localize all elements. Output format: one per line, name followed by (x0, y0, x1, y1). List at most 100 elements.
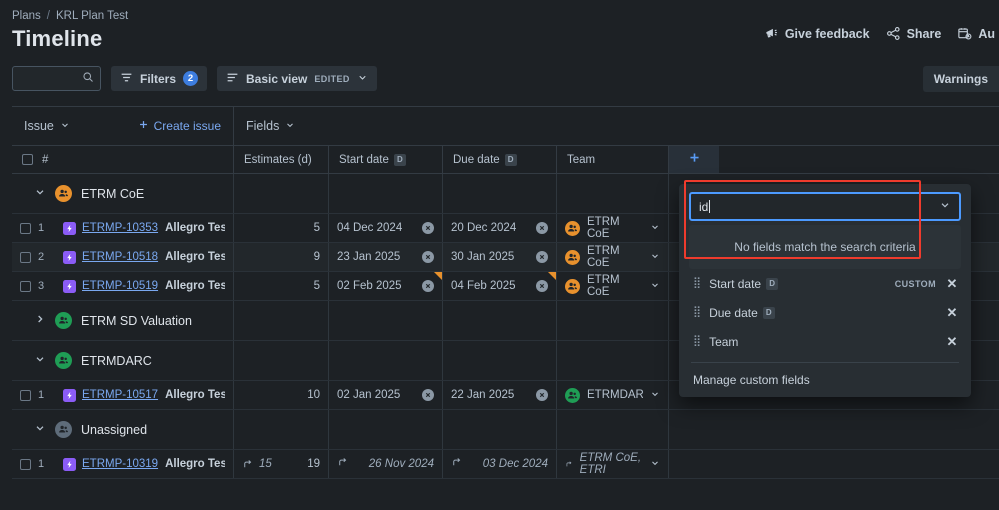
drag-handle-icon[interactable]: ⣿ (693, 336, 701, 347)
issue-cell[interactable]: 2 ETRMP-10518 Allegro Test … (12, 243, 234, 271)
rollup-estimate-value: 15 (259, 458, 272, 470)
start-date-cell[interactable]: 02 Feb 2025 (329, 272, 443, 300)
breadcrumb-plan-name[interactable]: KRL Plan Test (56, 10, 128, 22)
group-toggle-chevron-icon[interactable] (34, 352, 46, 370)
group-header-cell[interactable]: ETRMDARC (12, 341, 234, 380)
chevron-down-icon[interactable] (650, 458, 660, 471)
clear-start-date-icon[interactable] (422, 222, 434, 234)
team-value: ETRM CoE (587, 216, 620, 240)
row-checkbox[interactable] (20, 280, 31, 292)
group-header-cell[interactable]: ETRM SD Valuation (12, 301, 234, 340)
warnings-button[interactable]: Warnings (922, 66, 999, 92)
view-selector[interactable]: Basic view EDITED (217, 66, 377, 91)
field-search-value-wrap: id (699, 199, 939, 214)
table-row[interactable]: 1ETRMP-10319Allegro Test …151926 Nov 202… (12, 450, 999, 479)
chevron-down-icon[interactable] (939, 198, 951, 216)
chevron-down-icon[interactable] (650, 280, 660, 293)
header-estimates[interactable]: Estimates (d) (234, 146, 329, 173)
estimate-cell[interactable]: 15 19 (234, 450, 329, 478)
start-date-cell[interactable]: 26 Nov 2024 (329, 450, 443, 478)
row-checkbox[interactable] (20, 389, 31, 401)
issue-cell[interactable]: 3 ETRMP-10519 Allegro Test … (12, 272, 234, 300)
field-search-input[interactable]: id (699, 200, 708, 214)
chevron-down-icon[interactable] (650, 251, 660, 264)
due-date-cell[interactable]: 03 Dec 2024 (443, 450, 557, 478)
start-date-cell[interactable]: 04 Dec 2024 (329, 214, 443, 242)
group-header-cell[interactable]: ETRM CoE (12, 174, 234, 213)
add-column-button[interactable] (669, 146, 719, 173)
group-blank-start (329, 410, 443, 449)
clear-start-date-icon[interactable] (422, 280, 434, 292)
chevron-down-icon[interactable] (650, 222, 660, 235)
remove-field-button[interactable]: ✕ (945, 276, 959, 292)
estimate-cell[interactable]: 5 (234, 272, 329, 300)
group-blank-team (557, 341, 669, 380)
clear-due-date-icon[interactable] (536, 222, 548, 234)
group-toggle-chevron-icon[interactable] (34, 312, 46, 330)
clear-start-date-icon[interactable] (422, 251, 434, 263)
group-toggle-chevron-icon[interactable] (34, 185, 46, 203)
field-search-box[interactable]: id (689, 192, 961, 221)
header-team[interactable]: Team (557, 146, 669, 173)
estimate-cell[interactable]: 5 (234, 214, 329, 242)
chevron-down-icon[interactable] (650, 389, 660, 402)
remove-field-button[interactable]: ✕ (945, 305, 959, 321)
team-cell[interactable]: ETRM CoE (557, 272, 669, 300)
due-date-cell[interactable]: 30 Jan 2025 (443, 243, 557, 271)
select-all-checkbox[interactable] (22, 154, 33, 165)
team-cell[interactable]: ETRM CoE (557, 214, 669, 242)
filters-button[interactable]: Filters 2 (111, 66, 208, 91)
issue-key-link[interactable]: ETRMP-10518 (82, 251, 158, 263)
issue-key-link[interactable]: ETRMP-10319 (82, 458, 158, 470)
create-issue-button[interactable]: Create issue (138, 119, 221, 133)
share-button[interactable]: Share (886, 26, 941, 41)
estimate-cell[interactable]: 9 (234, 243, 329, 271)
field-row-team[interactable]: ⣿ Team ✕ (679, 327, 971, 356)
row-checkbox[interactable] (20, 251, 31, 263)
issue-cell[interactable]: 1 ETRMP-10517 Allegro Test … (12, 381, 234, 409)
due-date-cell[interactable]: 20 Dec 2024 (443, 214, 557, 242)
issue-key-link[interactable]: ETRMP-10517 (82, 389, 158, 401)
breadcrumb-plans[interactable]: Plans (12, 10, 41, 22)
estimate-value: 9 (313, 251, 320, 263)
group-toggle-chevron-icon[interactable] (34, 421, 46, 439)
start-date-cell[interactable]: 23 Jan 2025 (329, 243, 443, 271)
issue-key-link[interactable]: ETRMP-10353 (82, 222, 158, 234)
drag-handle-icon[interactable]: ⣿ (693, 307, 701, 318)
search-box[interactable] (12, 66, 101, 91)
due-date-cell[interactable]: 22 Jan 2025 (443, 381, 557, 409)
clear-start-date-icon[interactable] (422, 389, 434, 401)
field-row-start-date[interactable]: ⣿ Start date D CUSTOM ✕ (679, 269, 971, 298)
clear-due-date-icon[interactable] (536, 251, 548, 263)
team-cell[interactable]: ETRM CoE, ETRI (557, 450, 669, 478)
team-cell[interactable]: ETRM CoE (557, 243, 669, 271)
header-start-date[interactable]: Start date D (329, 146, 443, 173)
team-avatar (565, 387, 580, 403)
team-cell[interactable]: ETRMDARC (557, 381, 669, 409)
group-header-cell[interactable]: Unassigned (12, 410, 234, 449)
group-header-row[interactable]: Unassigned (12, 410, 999, 450)
issue-key-link[interactable]: ETRMP-10519 (82, 280, 158, 292)
header-due-date-label: Due date (453, 153, 500, 166)
row-checkbox[interactable] (20, 222, 31, 234)
auto-schedule-button[interactable]: Au (957, 26, 995, 41)
search-input[interactable] (19, 71, 82, 86)
due-date-cell[interactable]: 04 Feb 2025 (443, 272, 557, 300)
remove-field-button[interactable]: ✕ (945, 334, 959, 350)
clear-due-date-icon[interactable] (536, 389, 548, 401)
drag-handle-icon[interactable]: ⣿ (693, 278, 701, 289)
fields-menu[interactable]: Fields (234, 107, 307, 145)
header-due-date[interactable]: Due date D (443, 146, 557, 173)
issue-menu[interactable]: Issue (24, 119, 70, 133)
give-feedback-button[interactable]: Give feedback (764, 26, 870, 41)
clear-due-date-icon[interactable] (536, 280, 548, 292)
auto-schedule-label: Au (978, 26, 995, 41)
field-row-due-date[interactable]: ⣿ Due date D ✕ (679, 298, 971, 327)
estimate-cell[interactable]: 10 (234, 381, 329, 409)
manage-custom-fields-link[interactable]: Manage custom fields (679, 363, 971, 397)
issue-cell[interactable]: 1 ETRMP-10319 Allegro Test … (12, 450, 234, 478)
issue-summary: Allegro Test … (165, 458, 225, 470)
issue-cell[interactable]: 1 ETRMP-10353 Allegro Test … (12, 214, 234, 242)
start-date-cell[interactable]: 02 Jan 2025 (329, 381, 443, 409)
row-checkbox[interactable] (20, 458, 31, 470)
